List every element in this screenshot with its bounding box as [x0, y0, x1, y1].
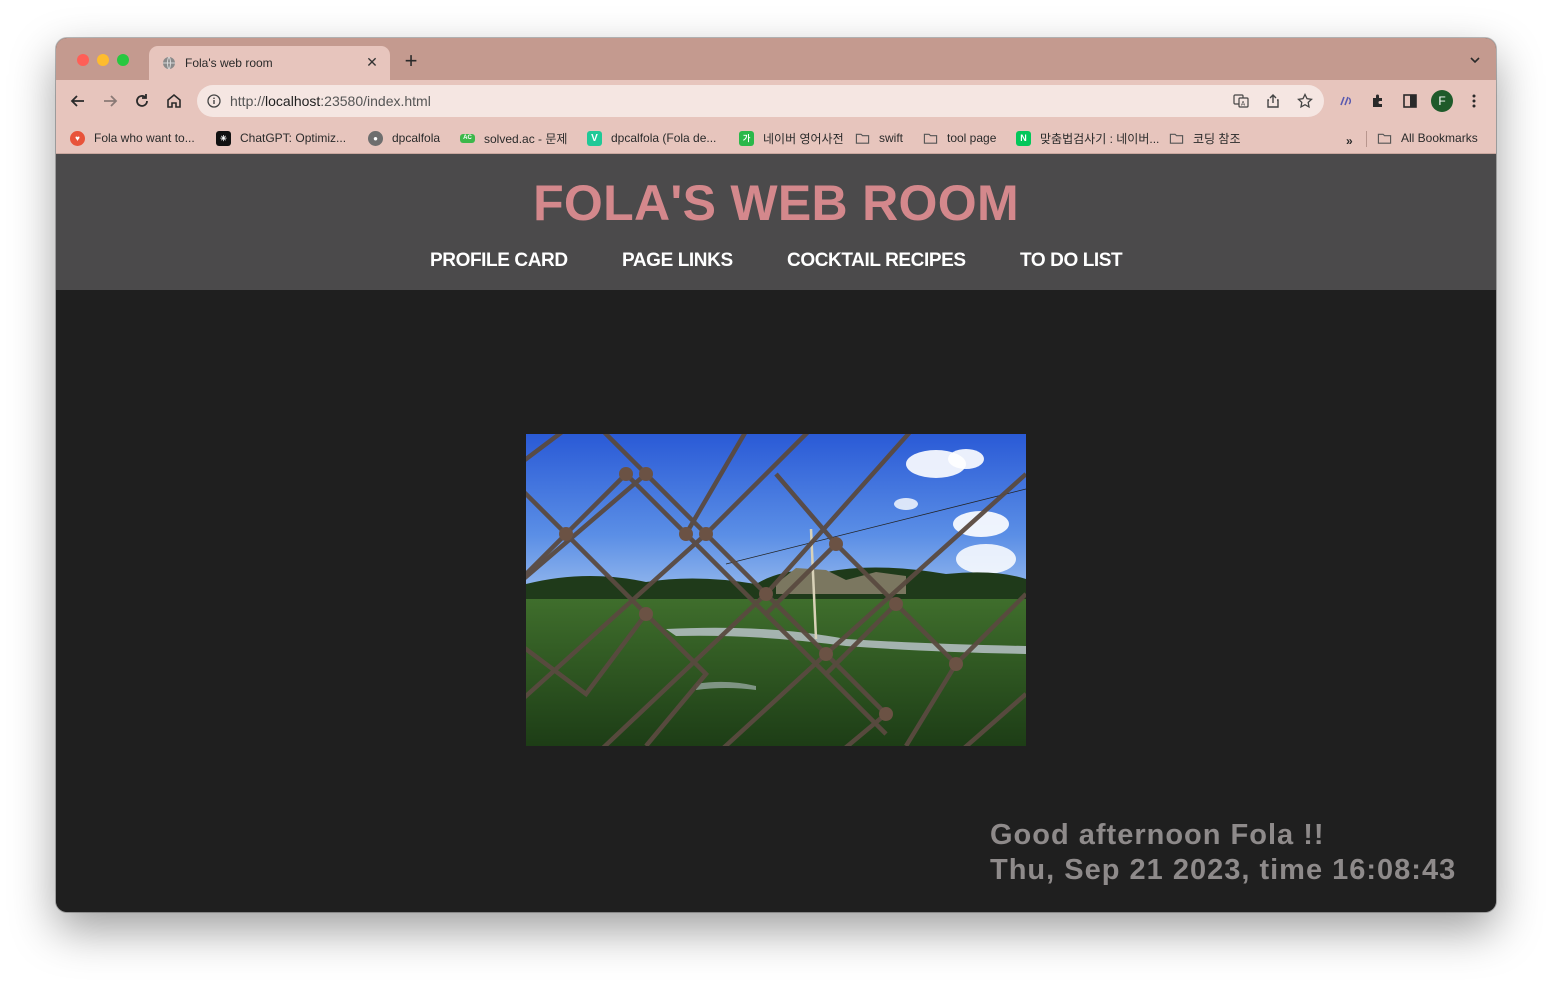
solvedac-icon: AC: [460, 133, 475, 143]
bookmark-label: solved.ac - 문제: [484, 131, 568, 146]
url-path: :23580/index.html: [320, 93, 431, 109]
translate-icon[interactable]: A: [1232, 92, 1250, 110]
site-info-icon[interactable]: [207, 94, 221, 108]
naver-icon: N: [1016, 130, 1031, 146]
profile-avatar[interactable]: F: [1431, 90, 1453, 112]
bookmark-label: ChatGPT: Optimiz...: [240, 131, 347, 145]
folder-icon: [855, 133, 870, 144]
url-text[interactable]: http://localhost:23580/index.html: [230, 93, 431, 109]
bookmark-item[interactable]: 가 네이버 영어사전: [739, 128, 844, 148]
folder-icon: [1169, 133, 1184, 144]
forward-icon[interactable]: [100, 91, 120, 111]
nav-profile-card[interactable]: PROFILE CARD: [430, 250, 568, 272]
folder-icon: [1377, 133, 1392, 144]
bookmark-folder[interactable]: 코딩 참조: [1169, 128, 1241, 148]
address-bar[interactable]: http://localhost:23580/index.html A: [197, 85, 1324, 117]
bookmark-item[interactable]: ♥ Fola who want to...: [70, 128, 195, 148]
close-window-button[interactable]: [77, 54, 89, 66]
browser-window: Fola's web room ✕ + http://localhost:235…: [56, 38, 1496, 912]
side-panel-icon[interactable]: [1400, 91, 1420, 111]
bookmarks-divider: [1366, 131, 1367, 147]
nav-to-do-list[interactable]: TO DO LIST: [1020, 250, 1123, 272]
bookmark-label: 코딩 참조: [1193, 131, 1241, 146]
bookmark-label: Fola who want to...: [94, 131, 195, 145]
bookmarks-bar: ♥ Fola who want to... ✳ ChatGPT: Optimiz…: [56, 122, 1496, 154]
site-header: FOLA'S WEB ROOM PROFILE CARD PAGE LINKS …: [56, 154, 1496, 290]
bookmark-label: tool page: [947, 131, 997, 145]
bookmark-label: 네이버 영어사전: [763, 131, 844, 146]
globe-icon: [163, 56, 175, 70]
share-icon[interactable]: [1264, 92, 1282, 110]
folder-icon: [923, 133, 938, 144]
tab-title: Fola's web room: [185, 56, 273, 70]
velog-icon: V: [587, 130, 602, 146]
main-content: Good afternoon Fola !! Thu, Sep 21 2023,…: [56, 290, 1496, 912]
nav-cocktail-recipes[interactable]: COCKTAIL RECIPES: [787, 250, 966, 272]
github-icon: ●: [368, 130, 383, 146]
bookmark-item[interactable]: ● dpcalfola: [368, 128, 440, 148]
bookmark-item[interactable]: N 맞춤법검사기 : 네이버...: [1016, 128, 1159, 148]
minimize-window-button[interactable]: [97, 54, 109, 66]
bookmark-label: dpcalfola (Fola de...: [611, 131, 717, 145]
bookmark-folder[interactable]: swift: [855, 128, 903, 148]
new-tab-button[interactable]: +: [401, 50, 421, 72]
extensions-icon[interactable]: [1368, 91, 1388, 111]
all-bookmarks-label: All Bookmarks: [1401, 131, 1478, 145]
brave-icon: ♥: [70, 130, 85, 146]
bookmarks-overflow-icon[interactable]: »: [1346, 134, 1353, 148]
url-scheme: http://: [230, 93, 266, 109]
zoom-window-button[interactable]: [117, 54, 129, 66]
chatgpt-icon: ✳: [216, 130, 231, 146]
all-bookmarks-folder[interactable]: All Bookmarks: [1377, 128, 1478, 148]
bookmark-star-icon[interactable]: [1296, 92, 1314, 110]
media-icon[interactable]: [1337, 91, 1357, 111]
site-title: FOLA'S WEB ROOM: [533, 175, 1019, 231]
bookmark-item[interactable]: ✳ ChatGPT: Optimiz...: [216, 128, 346, 148]
tab-strip: Fola's web room ✕ +: [56, 38, 1496, 80]
back-icon[interactable]: [68, 91, 88, 111]
browser-tab[interactable]: Fola's web room ✕: [149, 46, 390, 80]
greeting-message: Good afternoon Fola !!: [990, 819, 1325, 851]
tab-search-chevron-icon[interactable]: [1468, 53, 1482, 67]
bookmark-label: dpcalfola: [392, 131, 441, 145]
bookmark-item[interactable]: V dpcalfola (Fola de...: [587, 128, 716, 148]
tab-close-icon[interactable]: ✕: [363, 53, 381, 71]
nav-page-links[interactable]: PAGE LINKS: [622, 250, 733, 272]
bookmark-label: 맞춤법검사기 : 네이버...: [1040, 131, 1160, 146]
home-icon[interactable]: [164, 91, 184, 111]
bookmark-folder[interactable]: tool page: [923, 128, 996, 148]
current-datetime: Thu, Sep 21 2023, time 16:08:43: [990, 854, 1457, 886]
reload-icon[interactable]: [132, 91, 152, 111]
naver-dict-icon: 가: [739, 130, 754, 146]
menu-kebab-icon[interactable]: [1464, 91, 1484, 111]
url-host: localhost: [265, 93, 321, 109]
browser-toolbar: http://localhost:23580/index.html A F: [56, 80, 1496, 122]
bookmark-item[interactable]: AC solved.ac - 문제: [460, 128, 567, 148]
bookmark-label: swift: [879, 131, 903, 145]
landscape-photo: [526, 434, 1026, 746]
greeting-text: Good afternoon Fola !! Thu, Sep 21 2023,…: [990, 818, 1456, 888]
